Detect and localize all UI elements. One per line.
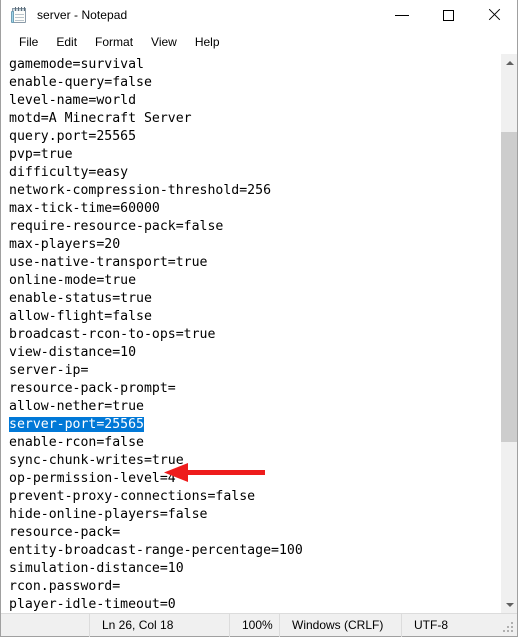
editor-line[interactable]: allow-flight=false (9, 308, 500, 326)
editor-line[interactable]: op-permission-level=4 (9, 470, 500, 488)
status-cursor-position: Ln 26, Col 18 (89, 613, 229, 637)
maximize-icon (442, 9, 454, 21)
editor-line[interactable]: enable-rcon=false (9, 434, 500, 452)
editor-line[interactable]: level-name=world (9, 92, 500, 110)
scroll-up-button[interactable] (501, 54, 517, 71)
editor-line[interactable]: simulation-distance=10 (9, 560, 500, 578)
close-button[interactable] (471, 0, 517, 30)
title-bar: server - Notepad (1, 0, 517, 31)
editor-line[interactable]: rcon.password= (9, 578, 500, 596)
menu-item-help[interactable]: Help (186, 33, 229, 52)
editor-line[interactable]: broadcast-rcon-to-ops=true (9, 326, 500, 344)
editor-line-selected[interactable]: server-port=25565 (9, 416, 500, 434)
editor-line[interactable]: difficulty=easy (9, 164, 500, 182)
editor-line[interactable]: allow-nether=true (9, 398, 500, 416)
notepad-icon (11, 6, 28, 24)
editor-line[interactable]: gamemode=survival (9, 56, 500, 74)
editor-line[interactable]: enable-status=true (9, 290, 500, 308)
editor-line[interactable]: max-players=20 (9, 236, 500, 254)
editor-line[interactable]: enable-query=false (9, 74, 500, 92)
editor-line[interactable]: sync-chunk-writes=true (9, 452, 500, 470)
editor-line[interactable]: require-resource-pack=false (9, 218, 500, 236)
menu-item-file[interactable]: File (10, 33, 47, 52)
status-spacer (1, 614, 89, 637)
minimize-button[interactable] (379, 0, 425, 30)
text-editor[interactable]: gamemode=survival enable-query=false level… (1, 54, 500, 613)
resize-grip-icon[interactable] (503, 622, 514, 633)
window-title: server - Notepad (37, 8, 128, 22)
editor-region: gamemode=survival enable-query=false level… (1, 53, 517, 613)
chevron-down-icon (505, 602, 514, 607)
editor-line[interactable]: use-native-transport=true (9, 254, 500, 272)
menu-item-view[interactable]: View (142, 33, 186, 52)
editor-line[interactable]: server-ip= (9, 362, 500, 380)
status-line-ending: Windows (CRLF) (279, 613, 401, 637)
editor-line[interactable]: entity-broadcast-range-percentage=100 (9, 542, 500, 560)
scrollbar-thumb[interactable] (501, 132, 517, 442)
status-zoom-level: 100% (229, 613, 279, 637)
editor-line[interactable]: pvp=true (9, 146, 500, 164)
editor-line[interactable]: online-mode=true (9, 272, 500, 290)
editor-line[interactable]: resource-pack= (9, 524, 500, 542)
editor-line[interactable]: query.port=25565 (9, 128, 500, 146)
close-icon (488, 9, 500, 21)
editor-line[interactable]: player-idle-timeout=0 (9, 596, 500, 613)
maximize-button[interactable] (425, 0, 471, 30)
window-controls (379, 0, 517, 30)
status-encoding: UTF-8 (401, 613, 501, 637)
status-bar: Ln 26, Col 18 100% Windows (CRLF) UTF-8 (1, 613, 517, 637)
editor-line[interactable]: view-distance=10 (9, 344, 500, 362)
editor-line[interactable]: motd=A Minecraft Server (9, 110, 500, 128)
scroll-down-button[interactable] (501, 596, 517, 613)
editor-line[interactable]: max-tick-time=60000 (9, 200, 500, 218)
menu-item-format[interactable]: Format (86, 33, 142, 52)
vertical-scrollbar[interactable] (500, 54, 517, 613)
menu-item-edit[interactable]: Edit (47, 33, 86, 52)
editor-line[interactable]: hide-online-players=false (9, 506, 500, 524)
chevron-up-icon (505, 60, 514, 65)
minimize-icon (395, 14, 409, 16)
selected-text: server-port=25565 (9, 417, 144, 432)
menu-bar: File Edit Format View Help (1, 31, 517, 53)
editor-line[interactable]: network-compression-threshold=256 (9, 182, 500, 200)
editor-line[interactable]: prevent-proxy-connections=false (9, 488, 500, 506)
editor-line[interactable]: resource-pack-prompt= (9, 380, 500, 398)
notepad-window: server - Notepad File Edit Format View H… (0, 0, 518, 637)
